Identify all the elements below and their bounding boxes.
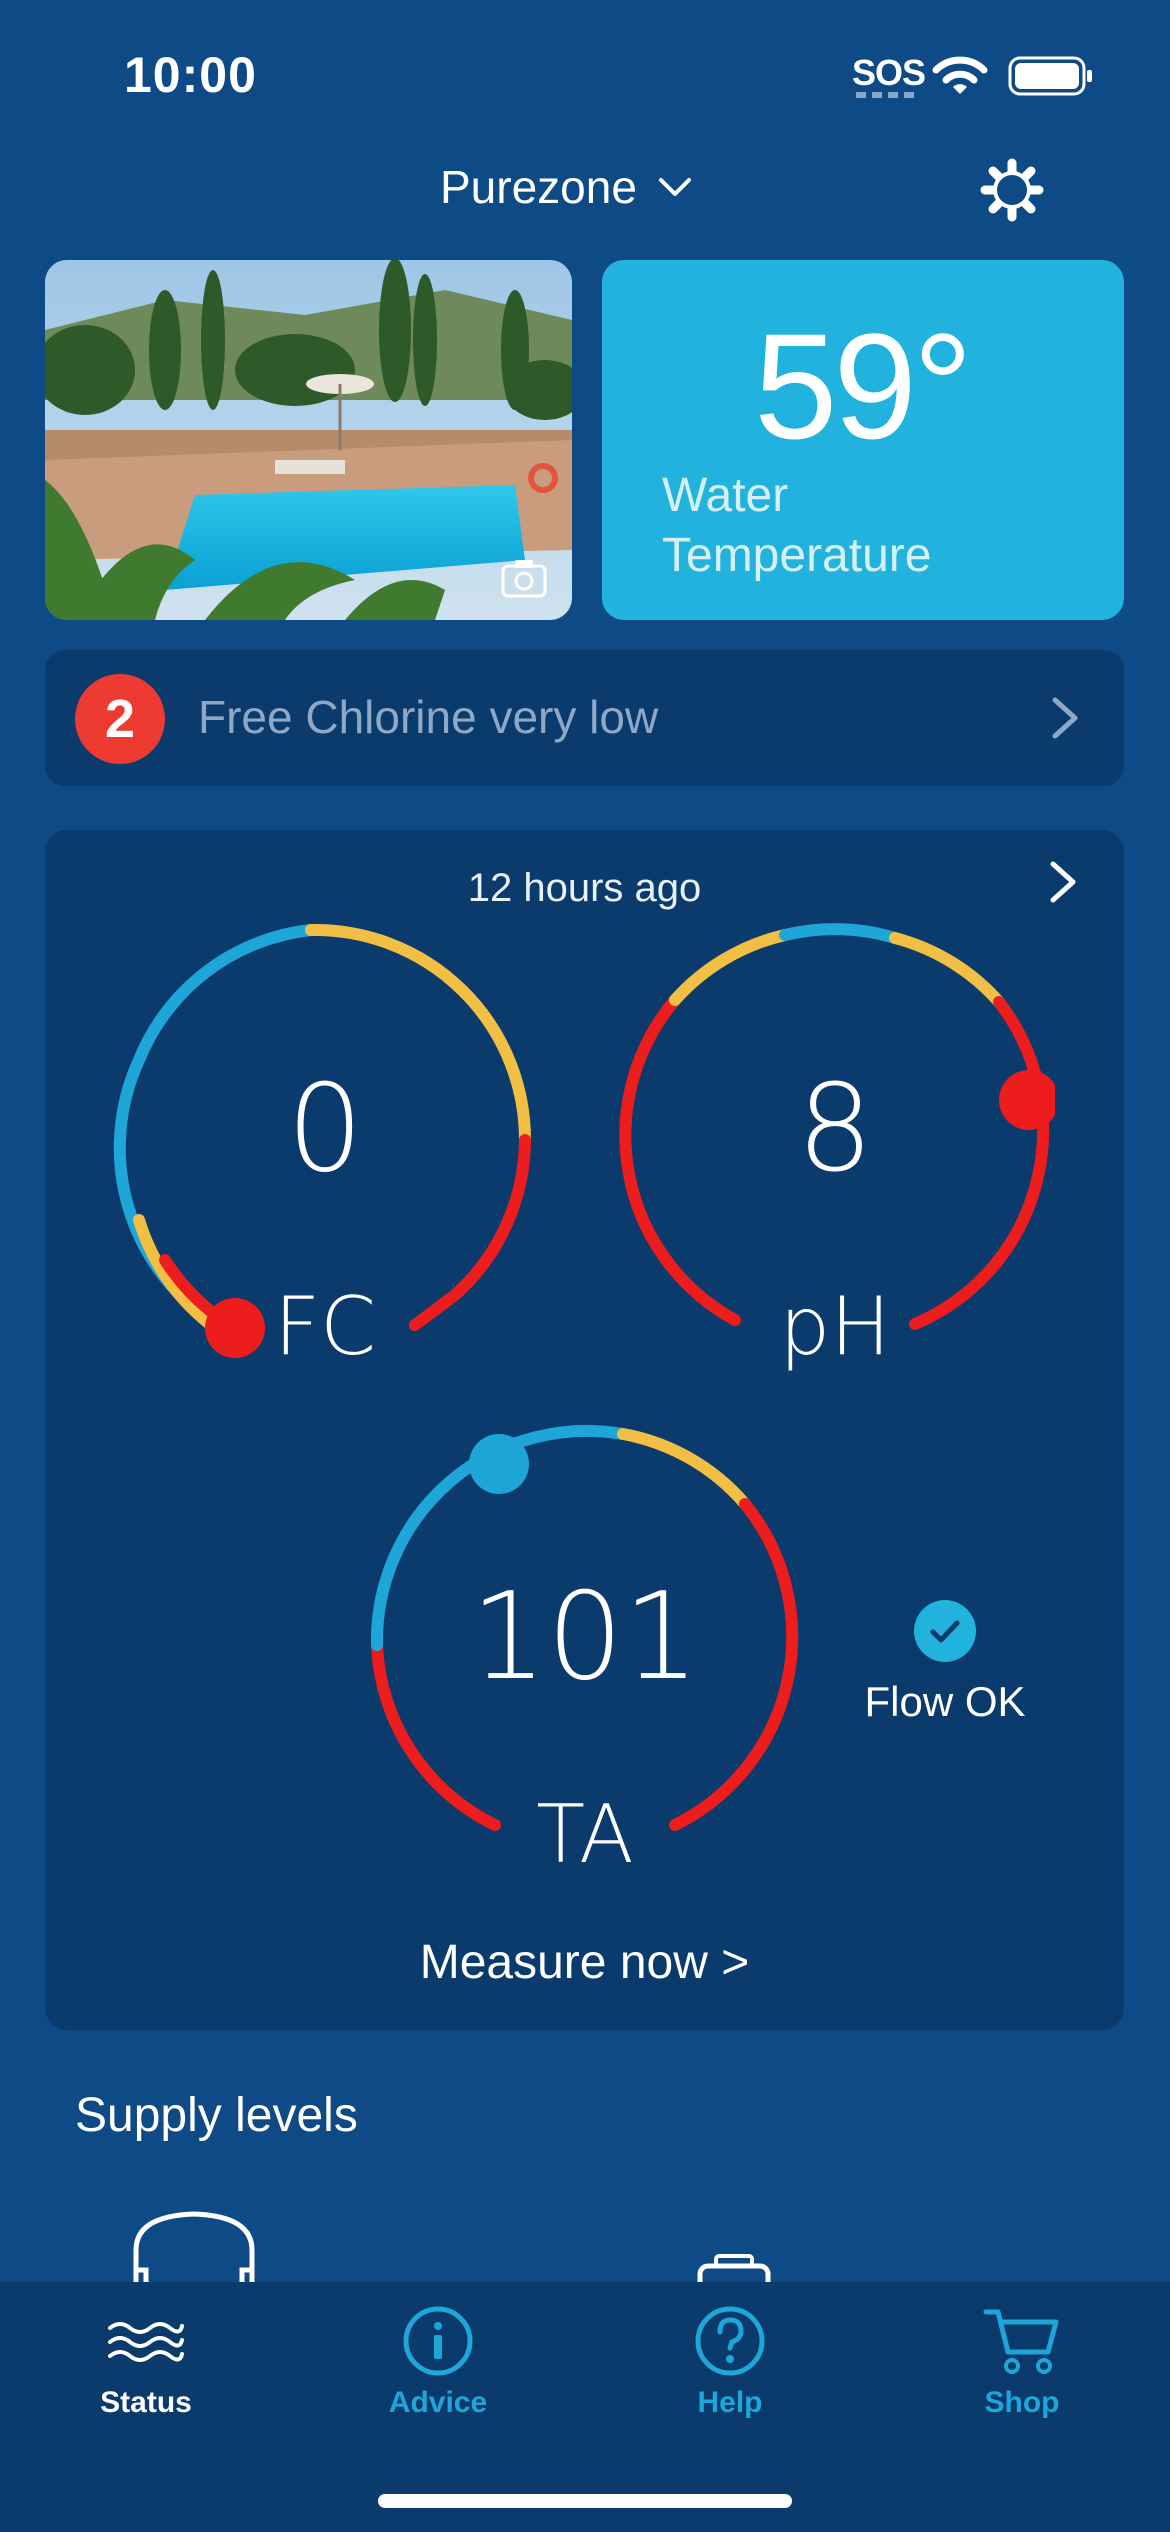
site-selector[interactable]: Purezone — [440, 160, 693, 214]
ph-label: pH — [779, 1280, 891, 1373]
pool-image — [45, 260, 572, 620]
info-icon — [403, 2306, 473, 2376]
last-measured: 12 hours ago — [467, 866, 702, 910]
tab-advice[interactable]: Advice — [338, 2306, 538, 2420]
status-time: 10:00 — [124, 47, 257, 103]
readings-card: 12 hours ago 0 FC 8 pH 101 TA Flow OK Me… — [45, 830, 1124, 2030]
measure-now-link[interactable]: Measure now > — [45, 1935, 1124, 1990]
home-indicator — [378, 2494, 792, 2508]
ta-value: 101 — [470, 1568, 700, 1707]
tab-help[interactable]: Help — [630, 2306, 830, 2420]
gear-icon[interactable] — [980, 158, 1044, 222]
ph-gauge[interactable]: 8 pH — [615, 920, 1059, 1373]
signal-dots — [856, 92, 916, 98]
flow-status-label: Flow OK — [864, 1678, 1026, 1725]
tab-shop-label: Shop — [984, 2386, 1060, 2419]
check-circle-icon — [914, 1600, 976, 1662]
ph-value: 8 — [796, 1060, 874, 1199]
alert-banner[interactable]: 2 Free Chlorine very low — [45, 650, 1124, 786]
fc-label: FC — [274, 1280, 376, 1373]
ta-label: TA — [536, 1788, 634, 1881]
tab-help-label: Help — [697, 2386, 763, 2419]
pool-photo[interactable] — [45, 260, 572, 620]
help-icon — [695, 2306, 765, 2376]
water-temperature-value: 59° — [754, 302, 973, 470]
fc-value: 0 — [286, 1060, 364, 1199]
water-temperature-label: Water Temperature — [662, 469, 932, 582]
sos-indicator: SOS — [852, 52, 926, 93]
alert-message: Free Chlorine very low — [198, 691, 659, 743]
chevron-right-icon — [1052, 697, 1078, 739]
tab-status[interactable]: Status — [46, 2306, 246, 2420]
chevron-down-icon — [658, 178, 691, 196]
fc-gauge[interactable]: 0 FC — [105, 920, 545, 1373]
supply-container-icon — [133, 2211, 255, 2290]
ta-gauge[interactable]: 101 TA — [365, 1420, 805, 1881]
flow-status: Flow OK — [845, 1600, 1045, 1726]
tab-status-label: Status — [100, 2386, 192, 2419]
alert-count-badge: 2 — [75, 674, 165, 764]
tab-shop[interactable]: Shop — [922, 2306, 1122, 2420]
water-temperature-card[interactable]: 59° Water Temperature — [602, 260, 1124, 620]
chevron-right-icon[interactable] — [1043, 858, 1083, 906]
cart-icon — [983, 2309, 1059, 2374]
tab-advice-label: Advice — [388, 2386, 488, 2419]
site-name: Purezone — [440, 161, 637, 213]
wifi-icon — [932, 56, 988, 94]
supply-levels-title: Supply levels — [75, 2089, 358, 2142]
battery-icon — [1008, 56, 1092, 96]
waves-icon — [108, 2322, 184, 2362]
